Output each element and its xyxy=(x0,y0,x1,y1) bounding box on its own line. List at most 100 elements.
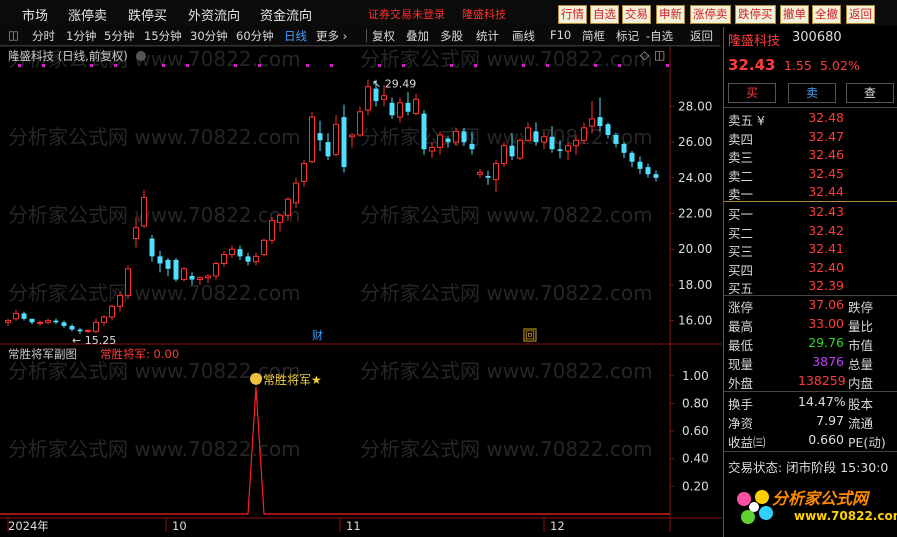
kline-chart[interactable]: 分析家公式网 www.70822.com 分析家公式网 www.70822.com… xyxy=(0,46,722,532)
watermark-text: 分析家公式网 www.70822.com xyxy=(8,281,301,305)
btn-watchlist[interactable]: 自选 xyxy=(590,5,619,24)
stat2-row-value: 7.97 xyxy=(816,413,844,428)
tool-f10[interactable]: F10 xyxy=(550,28,571,42)
money-bag-icon xyxy=(250,372,262,385)
btn-trade[interactable]: 交易 xyxy=(622,5,651,24)
buy-button[interactable]: 买 xyxy=(728,83,776,103)
price-tick: 16.00 xyxy=(678,314,712,328)
tool-stats[interactable]: 统计 xyxy=(476,28,499,44)
candle-body xyxy=(365,86,371,111)
tool-remove-watch[interactable]: -自选 xyxy=(646,28,673,44)
btn-limit-down-buy[interactable]: 跌停买 xyxy=(735,5,776,24)
stat2-row-label: 净资 xyxy=(728,416,754,431)
panel-toggle-icon[interactable]: ◫ xyxy=(8,28,19,42)
btn-cancel-order[interactable]: 撤单 xyxy=(780,5,809,24)
period-30min[interactable]: 30分钟 xyxy=(190,28,228,44)
tool-back[interactable]: 返回 xyxy=(690,28,713,44)
stock-code: 300680 xyxy=(792,30,842,45)
query-button[interactable]: 查 xyxy=(846,83,894,103)
period-60min[interactable]: 60分钟 xyxy=(236,28,274,44)
candle-body xyxy=(45,320,51,323)
price-tick: 24.00 xyxy=(678,171,712,185)
watermark-text: 分析家公式网 www.70822.com xyxy=(8,125,301,149)
stat-row-label: 外盘 xyxy=(728,376,754,391)
candle-body xyxy=(357,111,363,136)
price-tick: 26.00 xyxy=(678,135,712,149)
candle-body xyxy=(333,123,339,156)
candle-body xyxy=(597,117,603,127)
bid-row-value: 32.42 xyxy=(808,222,844,238)
bid-row: 买三 32.41 xyxy=(728,241,894,260)
tool-mark[interactable]: 标记 xyxy=(616,28,639,44)
period-daily[interactable]: 日线 xyxy=(284,28,307,44)
btn-new-ipo[interactable]: 申新 xyxy=(656,5,685,24)
btn-back[interactable]: 返回 xyxy=(846,5,875,24)
tool-overlay[interactable]: 叠加 xyxy=(406,28,429,44)
tool-multi[interactable]: 多股 xyxy=(440,28,463,44)
signal-dot xyxy=(42,64,45,67)
trade-status: 交易状态: 闭市阶段 15:30:0 xyxy=(728,460,889,475)
low-price-marker: ← 15.25 xyxy=(72,334,116,347)
tool-simple[interactable]: 简框 xyxy=(582,28,605,44)
menu-market[interactable]: 市场 xyxy=(22,5,48,24)
stat2-row: 收益㈢ 0.660 PE(动) xyxy=(728,432,894,451)
candle-body xyxy=(589,118,595,127)
candle-body xyxy=(253,255,259,263)
watermarks: 分析家公式网 www.70822.com 分析家公式网 www.70822.com… xyxy=(8,47,653,461)
ask-row-label: 卖三 xyxy=(728,150,754,165)
bid-row-label: 买三 xyxy=(728,244,754,259)
candle-body xyxy=(205,275,211,279)
candle-body xyxy=(629,152,635,162)
menu-limit-up-sell[interactable]: 涨停卖 xyxy=(68,5,107,24)
period-5min[interactable]: 5分钟 xyxy=(104,28,134,44)
period-toolbar: ◫ 分时 1分钟 5分钟 15分钟 30分钟 60分钟 日线 更多 › 复权 叠… xyxy=(0,26,720,46)
candle-body xyxy=(573,139,579,147)
signal-dot xyxy=(186,64,189,67)
bid-row-value: 32.41 xyxy=(808,241,844,256)
period-more[interactable]: 更多 › xyxy=(316,28,347,44)
ask-row: 卖五 ¥ 32.48 xyxy=(728,110,894,129)
candle-body xyxy=(557,149,563,152)
candle-body xyxy=(157,256,163,264)
stat2-row-label2: 股本 xyxy=(848,397,874,412)
top-menu-bar: 市场 涨停卖 跌停买 外资流向 资金流向 证券交易未登录 隆盛科技 行情 自选 … xyxy=(0,0,897,26)
candle-body xyxy=(69,325,75,330)
ask-row: 卖四 32.47 xyxy=(728,129,894,148)
menu-limit-down-buy[interactable]: 跌停买 xyxy=(128,5,167,24)
btn-quotes[interactable]: 行情 xyxy=(558,5,587,24)
ask-row-value: 32.46 xyxy=(808,147,844,162)
btn-cancel-all[interactable]: 全撤 xyxy=(812,5,841,24)
split-icon: ◫ xyxy=(654,48,665,62)
signal-dot xyxy=(546,64,549,67)
btn-limit-up-sell[interactable]: 涨停卖 xyxy=(690,5,731,24)
ask-row: 卖二 32.45 xyxy=(728,166,894,185)
sell-button[interactable]: 卖 xyxy=(788,83,836,103)
candle-body xyxy=(237,249,243,257)
stat2-row-label: 换手 xyxy=(728,397,754,412)
period-1min[interactable]: 1分钟 xyxy=(66,28,96,44)
candle-body xyxy=(397,102,403,118)
candle-body xyxy=(461,131,467,143)
candle-body xyxy=(85,329,91,332)
stat-row: 现量 3876 总量 xyxy=(728,354,894,373)
candle-body xyxy=(261,239,267,256)
tool-adjust[interactable]: 复权 xyxy=(372,28,395,44)
candle-body xyxy=(37,321,43,324)
candle-body xyxy=(277,214,283,223)
candle-body xyxy=(21,313,27,319)
ask-row-label: 卖四 xyxy=(728,131,754,147)
ask-row-label: 卖五 ¥ xyxy=(728,113,765,128)
candle-body xyxy=(581,127,587,141)
candle-body xyxy=(269,220,275,241)
stat-row: 最低 29.76 市值 xyxy=(728,335,894,354)
tool-draw[interactable]: 画线 xyxy=(512,28,535,44)
period-15min[interactable]: 15分钟 xyxy=(144,28,182,44)
period-intraday[interactable]: 分时 xyxy=(32,28,55,44)
candle-body xyxy=(501,145,507,165)
stat-row: 涨停 37.06 跌停 xyxy=(728,297,894,316)
signal-tick: 0.40 xyxy=(682,452,709,466)
menu-capital-flow[interactable]: 资金流向 xyxy=(260,5,312,24)
candle-body xyxy=(445,138,451,143)
menu-foreign-flow[interactable]: 外资流向 xyxy=(188,5,240,24)
stat-row-value: 3876 xyxy=(812,354,844,369)
